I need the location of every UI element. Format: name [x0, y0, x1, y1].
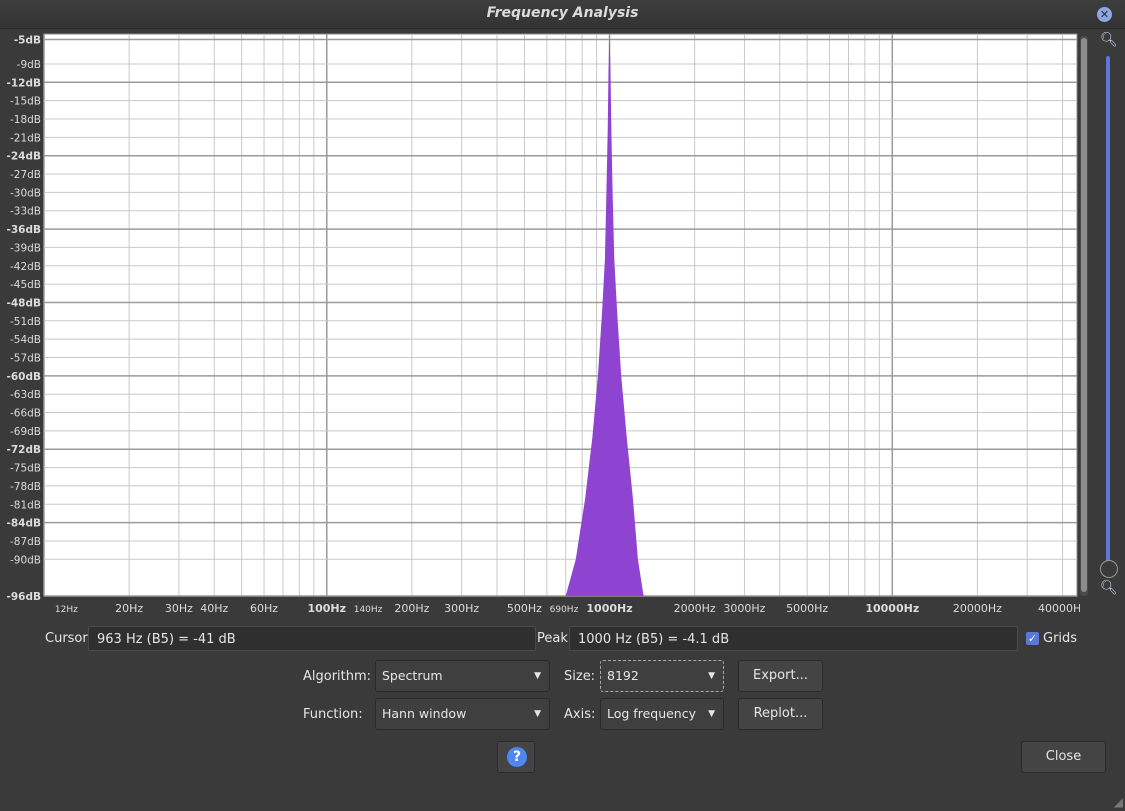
export-button[interactable]: Export...: [738, 660, 823, 692]
axis-select[interactable]: Log frequency ▼: [600, 698, 724, 730]
y-tick-label: -12dB: [7, 77, 42, 89]
size-label: Size:: [564, 669, 596, 684]
y-tick-label: -48dB: [7, 297, 42, 309]
grids-checkbox[interactable]: ✓: [1026, 632, 1039, 645]
y-tick-label: -36dB: [7, 224, 42, 236]
size-select[interactable]: 8192 ▼: [600, 660, 724, 692]
y-tick-label: -51dB: [10, 316, 41, 328]
x-tick-label: 60Hz: [250, 602, 278, 615]
x-tick-label: 140Hz: [354, 605, 383, 615]
y-tick-label: -78dB: [10, 481, 41, 493]
zoom-in-icon: 🔍︎: [1100, 32, 1118, 48]
y-tick-label: -81dB: [10, 499, 41, 511]
chevron-down-icon: ▼: [534, 671, 541, 681]
help-icon: ?: [507, 747, 527, 767]
x-tick-label: 20Hz: [115, 602, 143, 615]
function-select[interactable]: Hann window ▼: [375, 698, 550, 730]
x-tick-label: 690Hz: [550, 605, 579, 615]
x-tick-label: 100Hz: [307, 602, 346, 615]
chevron-down-icon: ▼: [534, 709, 541, 719]
x-tick-label: 500Hz: [507, 602, 542, 615]
y-tick-label: -21dB: [10, 132, 41, 144]
y-tick-label: -63dB: [10, 389, 41, 401]
y-tick-label: -18dB: [10, 114, 41, 126]
axis-label: Axis:: [564, 707, 596, 722]
zoom-out-icon: 🔍︎: [1100, 580, 1118, 596]
x-tick-label: 40000Hz: [1038, 602, 1080, 615]
y-tick-label: -5dB: [14, 35, 41, 47]
y-tick-label: -42dB: [10, 261, 41, 273]
cursor-readout: 963 Hz (B5) = -41 dB: [88, 626, 536, 651]
peak-readout: 1000 Hz (B5) = -4.1 dB: [569, 626, 1018, 651]
y-tick-label: -57dB: [10, 353, 41, 365]
axis-value: Log frequency: [607, 706, 696, 721]
peak-label: Peak:: [537, 631, 573, 646]
x-tick-label: 10000Hz: [865, 602, 919, 615]
zoom-slider-knob[interactable]: [1100, 560, 1118, 578]
y-tick-label: -87dB: [10, 536, 41, 548]
function-label: Function:: [303, 707, 363, 722]
y-tick-label: -33dB: [10, 206, 41, 218]
vertical-scrollbar-thumb[interactable]: [1081, 38, 1087, 592]
x-tick-label: 30Hz: [165, 602, 193, 615]
y-tick-label: -15dB: [10, 96, 41, 108]
y-tick-label: -60dB: [7, 371, 42, 383]
x-tick-label: 3000Hz: [723, 602, 765, 615]
x-tick-label: 12Hz: [55, 605, 78, 615]
x-tick-label: 2000Hz: [674, 602, 716, 615]
algorithm-label: Algorithm:: [303, 669, 372, 684]
plot-background: [43, 33, 1078, 597]
x-tick-label: 40Hz: [200, 602, 228, 615]
x-tick-label: 300Hz: [444, 602, 479, 615]
x-tick-label: 5000Hz: [786, 602, 828, 615]
x-tick-label: 20000Hz: [953, 602, 1002, 615]
y-tick-label: -9dB: [17, 59, 41, 71]
y-tick-label: -84dB: [7, 518, 42, 530]
size-value: 8192: [607, 668, 639, 683]
x-tick-label: 200Hz: [394, 602, 429, 615]
chevron-down-icon: ▼: [708, 671, 715, 681]
vertical-scrollbar[interactable]: [1080, 36, 1088, 596]
x-tick-label: 1000Hz: [586, 602, 632, 615]
y-tick-label: -96dB: [7, 591, 42, 603]
grids-label: Grids: [1043, 631, 1078, 646]
y-tick-label: -72dB: [7, 444, 42, 456]
y-tick-label: -24dB: [7, 151, 42, 163]
y-tick-label: -90dB: [10, 554, 41, 566]
help-button[interactable]: ?: [497, 741, 535, 773]
algorithm-select[interactable]: Spectrum ▼: [375, 660, 550, 692]
spectrum-chart[interactable]: -5dB -9dB -12dB -15dB -18dB -21dB -24dB -27dB -3…: [0, 30, 1087, 620]
y-tick-label: -75dB: [10, 463, 41, 475]
y-tick-label: -39dB: [10, 242, 41, 254]
function-value: Hann window: [382, 706, 467, 721]
y-tick-label: -66dB: [10, 408, 41, 420]
zoom-slider[interactable]: [1106, 56, 1110, 562]
y-tick-label: -30dB: [10, 187, 41, 199]
spectrum-plot-area: -5dB -9dB -12dB -15dB -18dB -21dB -24dB -27dB -3…: [0, 30, 1087, 620]
cursor-label: Cursor:: [45, 631, 92, 646]
y-tick-label: -27dB: [10, 169, 41, 181]
window-title: Frequency Analysis: [486, 5, 639, 21]
y-tick-label: -54dB: [10, 334, 41, 346]
title-bar: Frequency Analysis ✕: [0, 0, 1125, 29]
y-tick-label: -69dB: [10, 426, 41, 438]
resize-grip-icon[interactable]: ◢: [1114, 795, 1123, 809]
close-icon[interactable]: ✕: [1097, 7, 1112, 22]
close-button[interactable]: Close: [1021, 741, 1106, 773]
chevron-down-icon: ▼: [708, 709, 715, 719]
replot-button[interactable]: Replot...: [738, 698, 823, 730]
y-tick-label: -45dB: [10, 279, 41, 291]
algorithm-value: Spectrum: [382, 668, 443, 683]
